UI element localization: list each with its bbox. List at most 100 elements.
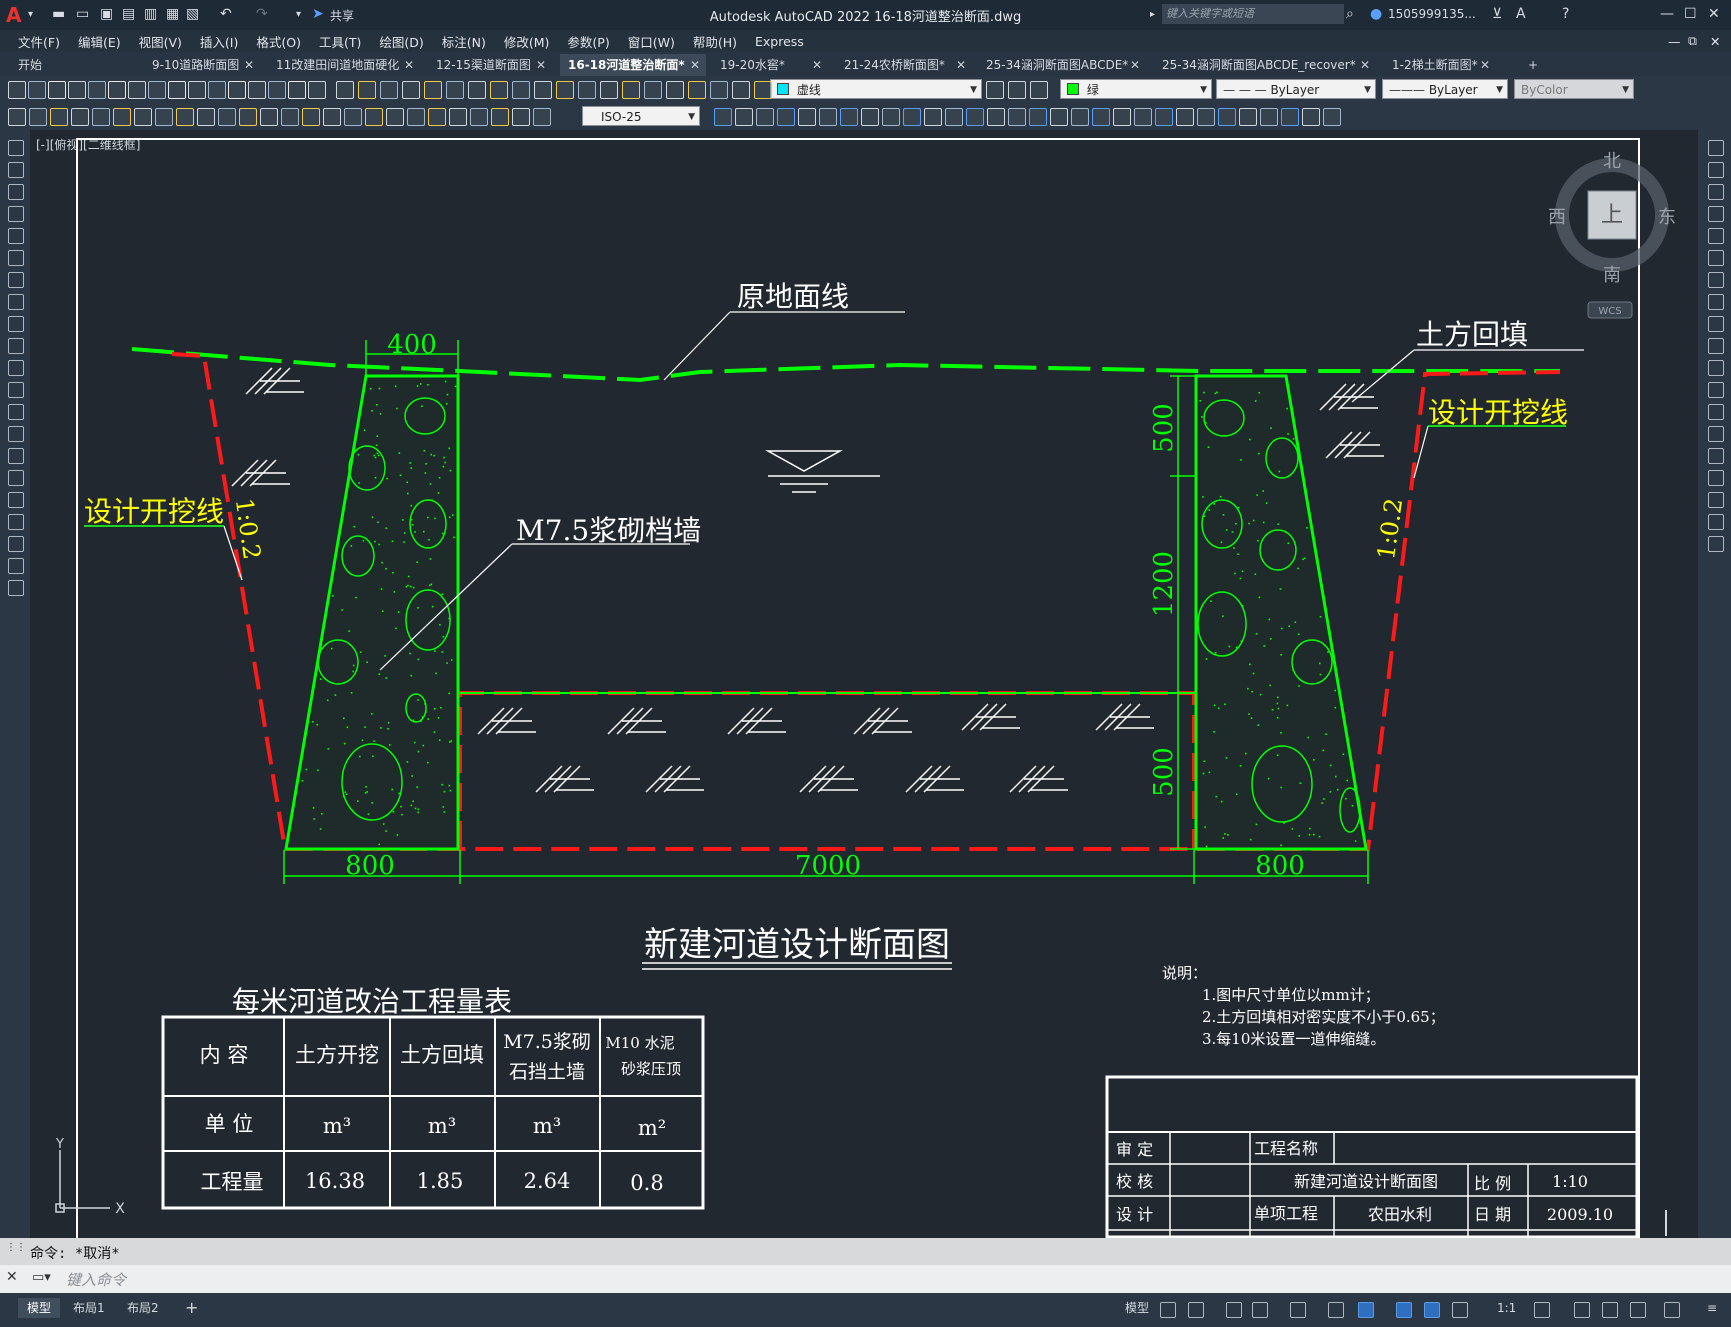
menu-item[interactable]: 窗口(W) — [628, 32, 675, 51]
qt-unit-2[interactable]: m³ — [428, 1114, 456, 1138]
modify-tool-icon[interactable] — [1155, 108, 1173, 126]
draw-tool-icon[interactable] — [8, 316, 24, 332]
dimension-tool-icon[interactable] — [239, 108, 257, 126]
draw-tool-icon[interactable] — [8, 514, 24, 530]
dimension-tool-icon[interactable] — [71, 108, 89, 126]
add-layout-icon[interactable]: + — [176, 1298, 207, 1318]
dimension-tool-icon[interactable] — [386, 108, 404, 126]
qt-header-wall-line2[interactable]: 石挡土墙 — [509, 1061, 585, 1083]
note-1[interactable]: 1.图中尺寸单位以mm计； — [1202, 986, 1380, 1004]
modify-tool-icon[interactable] — [1197, 108, 1215, 126]
menu-item[interactable]: 插入(I) — [200, 32, 238, 51]
layer-tool-icon[interactable] — [666, 81, 684, 99]
color-tool-icon[interactable] — [986, 81, 1004, 99]
modify-side-tool-icon[interactable] — [1708, 250, 1724, 266]
command-grip-icon[interactable]: ⋮⋮ — [6, 1242, 26, 1253]
lineweight-combo[interactable]: ——— ByLayer ▼ — [1382, 79, 1508, 99]
units-plus-icon[interactable] — [1574, 1302, 1590, 1318]
modify-tool-icon[interactable] — [840, 108, 858, 126]
menu-item[interactable]: 格式(O) — [256, 32, 301, 51]
standard-tool-icon[interactable] — [128, 81, 146, 99]
user-account[interactable]: 1505999135... — [1388, 7, 1476, 21]
modify-tool-icon[interactable] — [798, 108, 816, 126]
menu-item[interactable]: 帮助(H) — [693, 32, 737, 51]
dimension-tool-icon[interactable] — [29, 108, 47, 126]
standard-tool-icon[interactable] — [148, 81, 166, 99]
file-tab[interactable]: 16-18河道整治断面* ✕ — [560, 54, 706, 76]
dimension-tool-icon[interactable] — [281, 108, 299, 126]
standard-tool-icon[interactable] — [208, 81, 226, 99]
draw-tool-icon[interactable] — [8, 426, 24, 442]
layer-combo[interactable]: 虚线 ▼ — [770, 79, 982, 99]
plotstyle-combo[interactable]: ByColor ▼ — [1514, 79, 1634, 99]
layer-tool-icon[interactable] — [402, 81, 420, 99]
quick-properties-icon[interactable] — [1602, 1302, 1618, 1318]
menu-item[interactable]: 工具(T) — [319, 32, 361, 51]
standard-tool-icon[interactable] — [108, 81, 126, 99]
tb-sub-project-label[interactable]: 单项工程 — [1254, 1204, 1318, 1223]
osnap-tracking-icon[interactable] — [1328, 1302, 1344, 1318]
dim-channel-width[interactable]: 7000 — [795, 851, 861, 881]
workspace-gear-icon[interactable] — [1534, 1302, 1550, 1318]
modify-side-tool-icon[interactable] — [1708, 162, 1724, 178]
draw-tool-icon[interactable] — [8, 492, 24, 508]
modify-tool-icon[interactable] — [1008, 108, 1026, 126]
dim-height-top[interactable]: 500 — [1149, 403, 1179, 453]
dim-base-right[interactable]: 800 — [1255, 851, 1305, 881]
qt-header-cap-line2[interactable]: 砂浆压顶 — [621, 1060, 681, 1078]
modify-tool-icon[interactable] — [735, 108, 753, 126]
layer-tool-icon[interactable] — [336, 81, 354, 99]
standard-tool-icon[interactable] — [268, 81, 286, 99]
qt-header-cap-line1[interactable]: M10 水泥 — [605, 1034, 674, 1052]
layer-tool-icon[interactable] — [380, 81, 398, 99]
standard-tool-icon[interactable] — [168, 81, 186, 99]
viewcube-west[interactable]: 西 — [1548, 207, 1566, 228]
layer-tool-icon[interactable] — [468, 81, 486, 99]
menu-item[interactable]: 视图(V) — [139, 32, 182, 51]
modify-side-tool-icon[interactable] — [1708, 492, 1724, 508]
menu-item[interactable]: 标注(N) — [442, 32, 486, 51]
isodraft-icon[interactable] — [1290, 1302, 1306, 1318]
tb-date-label[interactable]: 日 期 — [1474, 1205, 1511, 1224]
draw-tool-icon[interactable] — [8, 206, 24, 222]
dimension-tool-icon[interactable] — [92, 108, 110, 126]
dimension-tool-icon[interactable] — [323, 108, 341, 126]
close-tab-icon[interactable]: ✕ — [1480, 54, 1490, 76]
modify-side-tool-icon[interactable] — [1708, 140, 1724, 156]
label-excavation-right[interactable]: 设计开挖线 — [1428, 396, 1568, 429]
close-tab-icon[interactable]: ✕ — [812, 54, 822, 76]
menu-item[interactable]: 编辑(E) — [78, 32, 121, 51]
layer-tool-icon[interactable] — [688, 81, 706, 99]
dimension-tool-icon[interactable] — [491, 108, 509, 126]
layer-tool-icon[interactable] — [358, 81, 376, 99]
note-3[interactable]: 3.每10米设置一道伸缩缝。 — [1202, 1030, 1385, 1048]
tb-project-name-label[interactable]: 工程名称 — [1254, 1139, 1318, 1158]
menu-item[interactable]: 绘图(D) — [379, 32, 423, 51]
dim-height-bottom[interactable]: 500 — [1149, 747, 1179, 797]
close-tab-icon[interactable]: ✕ — [1130, 54, 1140, 76]
viewcube-south[interactable]: 南 — [1603, 265, 1621, 286]
dimstyle-combo[interactable]: ISO-25 ▼ — [582, 106, 700, 126]
qt-qty-1[interactable]: 16.38 — [305, 1169, 365, 1193]
modify-tool-icon[interactable] — [966, 108, 984, 126]
new-tab-icon[interactable]: + — [1520, 54, 1544, 76]
close-tab-icon[interactable]: ✕ — [1360, 54, 1370, 76]
draw-tool-icon[interactable] — [8, 338, 24, 354]
dimension-tool-icon[interactable] — [50, 108, 68, 126]
modify-side-tool-icon[interactable] — [1708, 272, 1724, 288]
tb-sub-project[interactable]: 农田水利 — [1368, 1205, 1432, 1224]
modify-tool-icon[interactable] — [1323, 108, 1341, 126]
menu-minimize-icon[interactable]: — — [1668, 34, 1681, 49]
standard-tool-icon[interactable] — [308, 81, 326, 99]
command-input[interactable]: 键入命令 — [66, 1269, 126, 1290]
annotation-visibility-icon[interactable] — [1424, 1302, 1440, 1318]
modify-tool-icon[interactable] — [924, 108, 942, 126]
maximize-icon[interactable]: ☐ — [1684, 6, 1697, 22]
close-tab-icon[interactable]: ✕ — [956, 54, 966, 76]
modify-side-tool-icon[interactable] — [1708, 206, 1724, 222]
tb-scale-label[interactable]: 比 例 — [1474, 1174, 1511, 1193]
draw-tool-icon[interactable] — [8, 382, 24, 398]
layer-tool-icon[interactable] — [754, 81, 772, 99]
modify-side-tool-icon[interactable] — [1708, 404, 1724, 420]
menu-item[interactable]: 文件(F) — [18, 32, 60, 51]
